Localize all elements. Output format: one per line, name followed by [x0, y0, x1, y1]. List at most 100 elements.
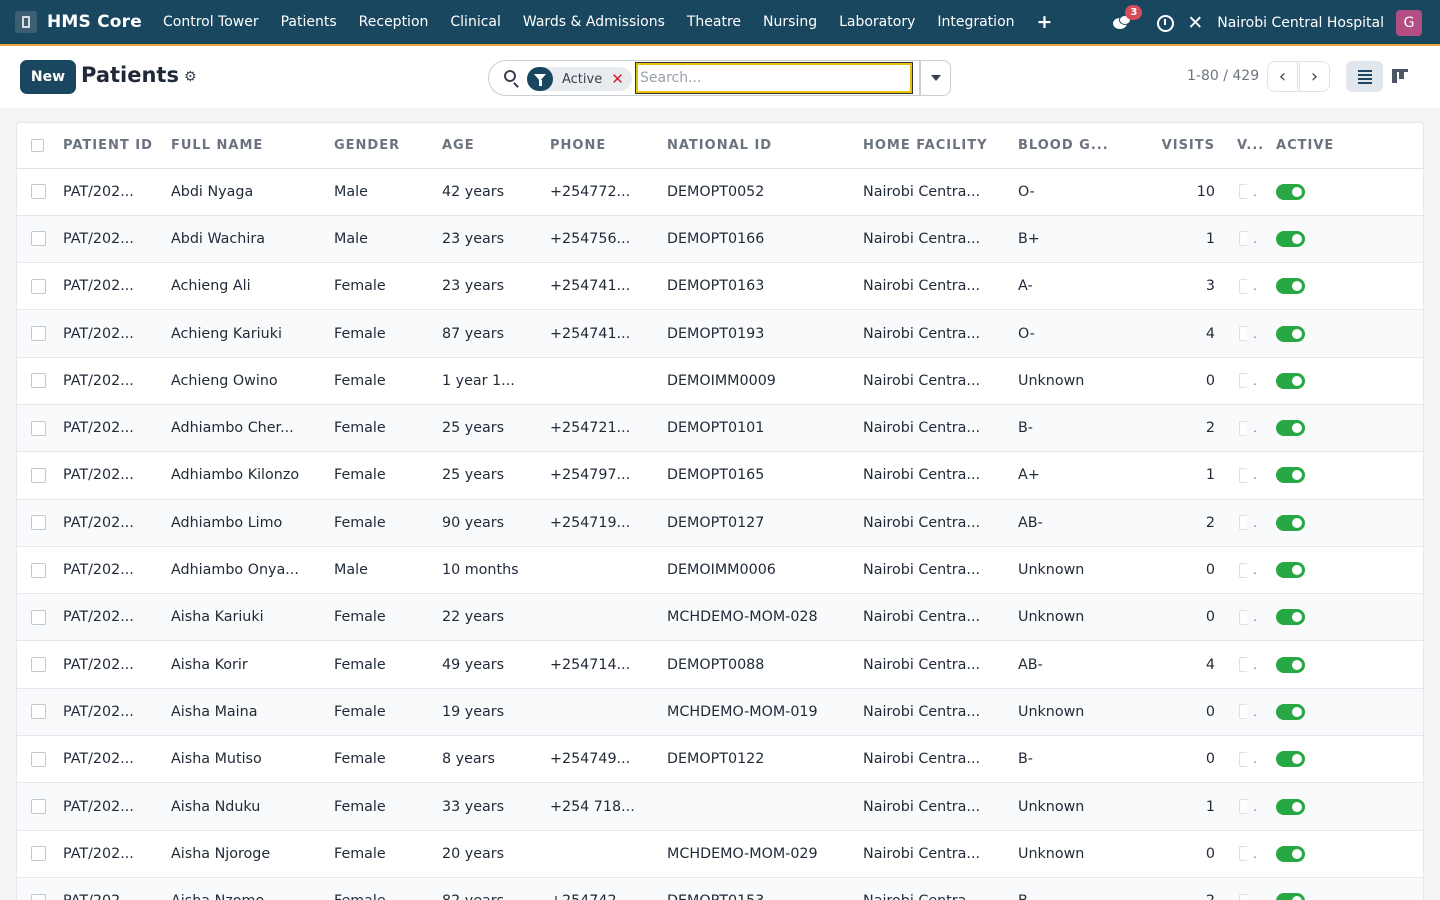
active-toggle[interactable]	[1276, 230, 1306, 247]
active-toggle[interactable]	[1276, 609, 1306, 626]
table-row[interactable]: PAT/202... Aisha Korir Female 49 years +2547…	[17, 640, 1423, 689]
cell-active-toggle[interactable]	[1276, 404, 1383, 453]
active-toggle[interactable]	[1276, 893, 1306, 900]
table-row[interactable]: PAT/202... Achieng Kariuki Female 87 years +…	[17, 309, 1423, 358]
cell-active-toggle[interactable]	[1276, 168, 1383, 216]
cell-active-toggle[interactable]	[1276, 215, 1383, 264]
active-toggle[interactable]	[1276, 562, 1306, 579]
row-select-checkbox[interactable]	[17, 640, 63, 689]
row-select-checkbox[interactable]	[17, 357, 63, 405]
column-patient-id[interactable]: PATIENT ID	[63, 123, 171, 169]
row-select-checkbox[interactable]	[17, 451, 63, 500]
menu-laboratory[interactable]: Laboratory	[828, 14, 926, 30]
column-blood-group[interactable]: BLOOD G...	[1018, 123, 1138, 169]
column-active[interactable]: ACTIVE	[1276, 123, 1423, 169]
kanban-view-icon[interactable]	[1392, 69, 1408, 83]
user-avatar[interactable]: G	[1396, 10, 1422, 36]
row-select-checkbox[interactable]	[17, 593, 63, 642]
pager-value[interactable]: 1-80 / 429	[1187, 68, 1259, 84]
cell-active-toggle[interactable]	[1276, 546, 1383, 595]
active-toggle[interactable]	[1276, 514, 1306, 531]
menu-nursing[interactable]: Nursing	[752, 14, 828, 30]
active-toggle[interactable]	[1276, 798, 1306, 815]
row-select-checkbox[interactable]	[17, 499, 63, 547]
menu-reception[interactable]: Reception	[348, 14, 440, 30]
active-toggle[interactable]	[1276, 467, 1306, 484]
table-row[interactable]: PAT/202... Achieng Owino Female 1 year 1...…	[17, 357, 1423, 405]
row-select-checkbox[interactable]	[17, 877, 63, 900]
menu-integration[interactable]: Integration	[926, 14, 1025, 30]
table-row[interactable]: PAT/202... Achieng Ali Female 23 years +2547…	[17, 262, 1423, 311]
activity-clock-icon[interactable]	[1157, 14, 1175, 32]
table-row[interactable]: PAT/202... Aisha Njoroge Female 20 years MCH…	[17, 830, 1423, 878]
table-row[interactable]: PAT/202... Abdi Wachira Male 23 years +25475…	[17, 215, 1423, 264]
cell-active-toggle[interactable]	[1276, 309, 1383, 358]
cell-active-toggle[interactable]	[1276, 499, 1383, 547]
search-input[interactable]	[635, 62, 913, 94]
menu-patients[interactable]: Patients	[270, 14, 348, 30]
company-switcher[interactable]: Nairobi Central Hospital	[1217, 15, 1384, 31]
pager-previous-button[interactable]: ‹	[1267, 61, 1298, 92]
row-select-checkbox[interactable]	[17, 404, 63, 453]
menu-more-plus-icon[interactable]: +	[1026, 11, 1064, 33]
cell-active-toggle[interactable]	[1276, 877, 1383, 900]
table-row[interactable]: PAT/202... Adhiambo Kilonzo Female 25 years…	[17, 451, 1423, 500]
cell-active-toggle[interactable]	[1276, 782, 1383, 831]
app-brand[interactable]: HMS Core	[47, 12, 142, 32]
table-row[interactable]: PAT/202... Adhiambo Onya... Male 10 months D…	[17, 546, 1423, 595]
column-v[interactable]: V...	[1227, 123, 1277, 169]
cell-active-toggle[interactable]	[1276, 830, 1383, 878]
row-select-checkbox[interactable]	[17, 546, 63, 595]
column-age[interactable]: AGE	[442, 123, 550, 169]
active-toggle[interactable]	[1276, 703, 1306, 720]
menu-clinical[interactable]: Clinical	[439, 14, 511, 30]
column-gender[interactable]: GENDER	[334, 123, 442, 169]
list-view-switcher[interactable]	[1346, 61, 1383, 92]
cell-active-toggle[interactable]	[1276, 735, 1383, 784]
active-toggle[interactable]	[1276, 183, 1306, 200]
apps-menu-icon[interactable]	[15, 11, 37, 33]
active-toggle[interactable]	[1276, 656, 1306, 673]
menu-control-tower[interactable]: Control Tower	[152, 14, 270, 30]
row-select-checkbox[interactable]	[17, 735, 63, 784]
search-options-toggle[interactable]	[920, 60, 951, 96]
cell-active-toggle[interactable]	[1276, 593, 1383, 642]
table-row[interactable]: PAT/202... Aisha Nduku Female 33 years +254 …	[17, 782, 1423, 831]
table-row[interactable]: PAT/202... Adhiambo Limo Female 90 years +25…	[17, 499, 1423, 547]
table-row[interactable]: PAT/202... Aisha Mutiso Female 8 years +2547…	[17, 735, 1423, 784]
search-icon[interactable]	[504, 70, 516, 82]
column-visits[interactable]: VISITS	[1138, 123, 1227, 169]
cell-active-toggle[interactable]	[1276, 640, 1383, 689]
active-toggle[interactable]	[1276, 278, 1306, 295]
row-select-checkbox[interactable]	[17, 309, 63, 358]
pager-next-button[interactable]: ›	[1299, 61, 1330, 92]
row-select-checkbox[interactable]	[17, 688, 63, 737]
active-toggle[interactable]	[1276, 420, 1306, 437]
cell-active-toggle[interactable]	[1276, 451, 1383, 500]
table-row[interactable]: PAT/202... Adhiambo Cher... Female 25 years…	[17, 404, 1423, 453]
tools-icon[interactable]: ✕	[1187, 12, 1203, 34]
select-all-checkbox[interactable]	[17, 123, 63, 169]
menu-theatre[interactable]: Theatre	[676, 14, 752, 30]
row-select-checkbox[interactable]	[17, 215, 63, 264]
column-phone[interactable]: PHONE	[550, 123, 667, 169]
cell-active-toggle[interactable]	[1276, 262, 1383, 311]
row-select-checkbox[interactable]	[17, 830, 63, 878]
row-select-checkbox[interactable]	[17, 168, 63, 216]
menu-wards-admissions[interactable]: Wards & Admissions	[512, 14, 676, 30]
table-row[interactable]: PAT/202... Abdi Nyaga Male 42 years +254772.…	[17, 168, 1423, 216]
cell-active-toggle[interactable]	[1276, 357, 1383, 405]
row-select-checkbox[interactable]	[17, 262, 63, 311]
remove-filter-icon[interactable]: ✕	[611, 70, 624, 88]
table-row[interactable]: PAT/202... Aisha Kariuki Female 22 years MCH…	[17, 593, 1423, 642]
gear-icon[interactable]: ⚙	[184, 69, 197, 85]
new-button[interactable]: New	[20, 60, 76, 94]
column-national-id[interactable]: NATIONAL ID	[667, 123, 863, 169]
active-toggle[interactable]	[1276, 751, 1306, 768]
table-row[interactable]: PAT/202... Aisha Maina Female 19 years MCHDE…	[17, 688, 1423, 737]
active-toggle[interactable]	[1276, 845, 1306, 862]
active-toggle[interactable]	[1276, 325, 1306, 342]
messages-icon[interactable]: 3	[1113, 5, 1143, 32]
column-full-name[interactable]: FULL NAME	[171, 123, 334, 169]
cell-active-toggle[interactable]	[1276, 688, 1383, 737]
